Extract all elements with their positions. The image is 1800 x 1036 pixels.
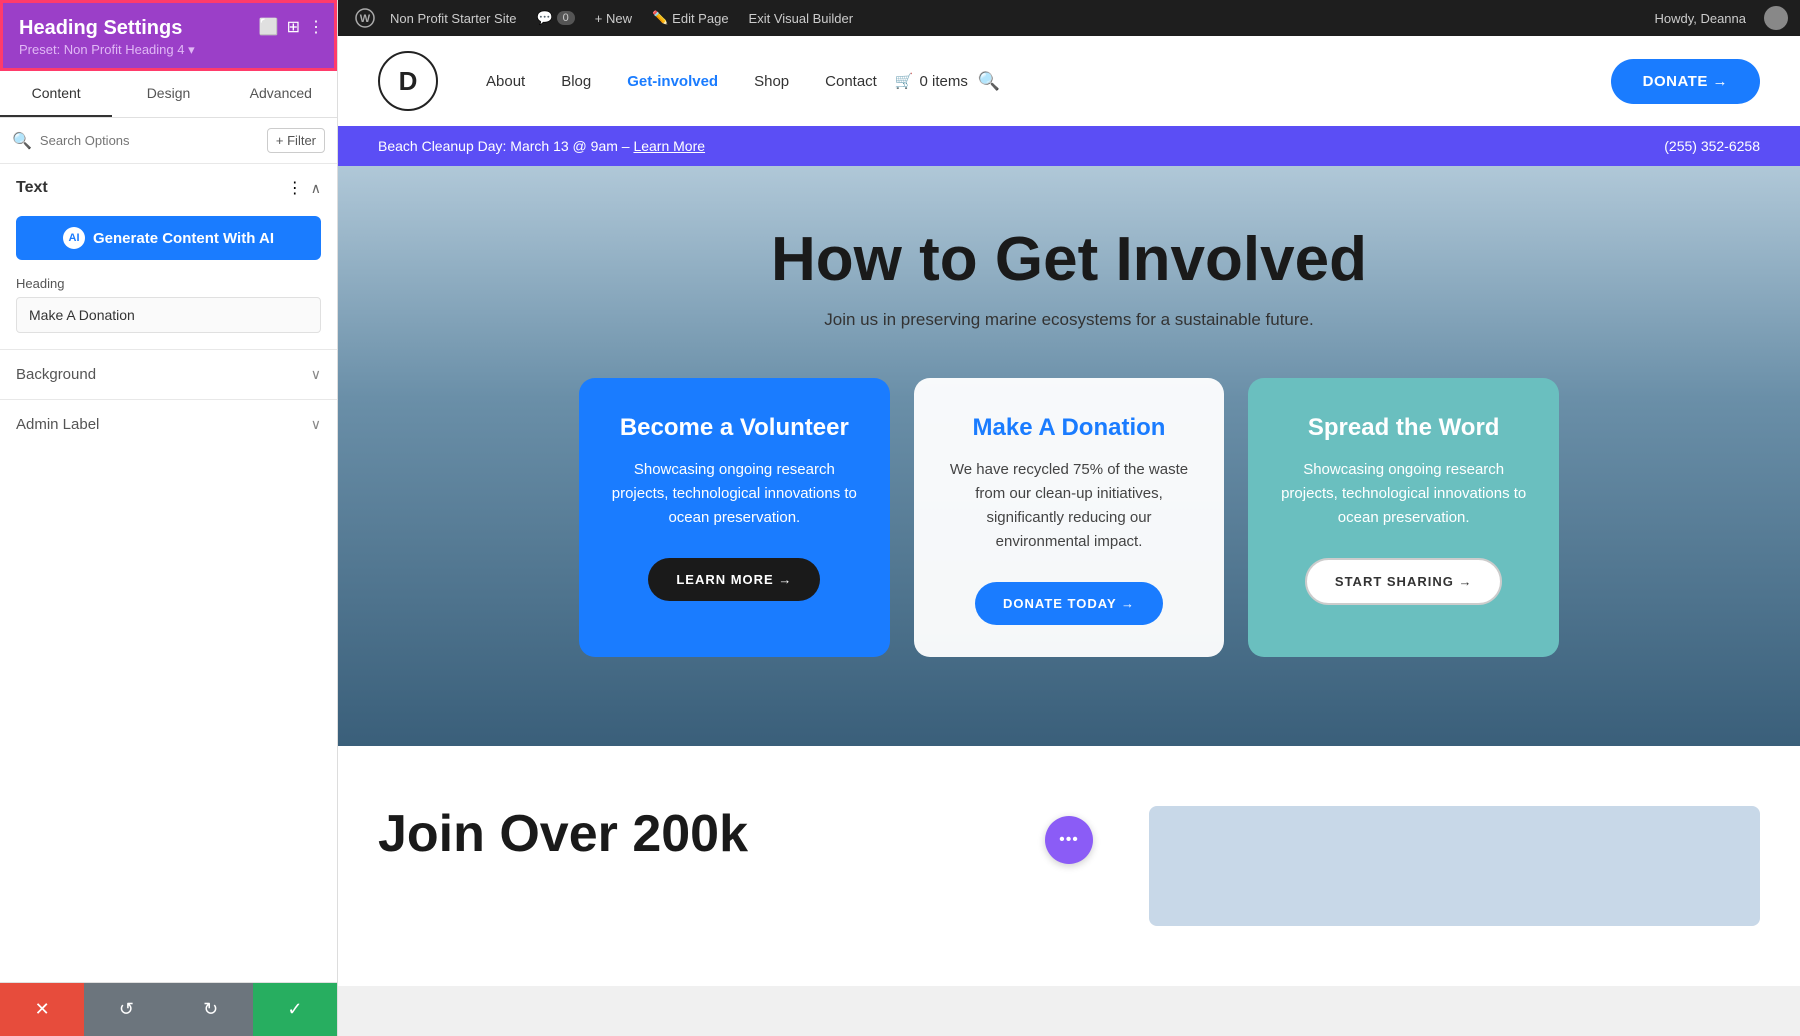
edit-page-link[interactable]: ✏️ Edit Page (642, 0, 739, 36)
text-section-more-icon[interactable]: ⋮ (287, 178, 303, 198)
site-name-link[interactable]: Non Profit Starter Site (380, 0, 526, 36)
cart-link[interactable]: 🛒 0 items (895, 72, 968, 90)
redo-button[interactable]: ↻ (169, 983, 253, 1036)
text-section-actions: ⋮ ∧ (287, 178, 321, 198)
ai-generate-button[interactable]: AI Generate Content With AI (16, 216, 321, 260)
wp-logo-icon[interactable]: W (350, 3, 380, 33)
start-sharing-button[interactable]: START SHARING → (1305, 558, 1503, 605)
panel-header-icons: ⬜ ⊞ ⋮ (259, 17, 324, 37)
hero-section: How to Get Involved Join us in preservin… (338, 166, 1800, 746)
admin-label-section-header[interactable]: Admin Label ∨ (0, 400, 337, 449)
cards-row: Become a Volunteer Showcasing ongoing re… (579, 378, 1559, 657)
cart-count: 0 items (920, 73, 968, 90)
donation-card: Make A Donation We have recycled 75% of … (914, 378, 1225, 657)
learn-more-button[interactable]: LEARN MORE → (648, 558, 820, 601)
panel-search-row: 🔍 + Filter (0, 118, 337, 164)
admin-label-chevron-icon: ∨ (311, 416, 321, 433)
heading-input[interactable] (16, 297, 321, 333)
announcement-text: Beach Cleanup Day: March 13 @ 9am – Lear… (378, 138, 705, 154)
save-button[interactable]: ✓ (253, 983, 337, 1036)
hero-subtitle: Join us in preserving marine ecosystems … (824, 310, 1313, 330)
text-section-header[interactable]: Text ⋮ ∧ (0, 164, 337, 212)
search-icon[interactable]: 🔍 (968, 71, 1010, 92)
site-header: D About Blog Get-involved Shop Contact 🛒… (338, 36, 1800, 126)
background-section-title: Background (16, 366, 96, 383)
nav-blog[interactable]: Blog (543, 73, 609, 90)
cart-icon: 🛒 (895, 72, 914, 90)
nav-get-involved[interactable]: Get-involved (609, 73, 736, 90)
cancel-button[interactable]: ✕ (0, 983, 84, 1036)
background-section: Background ∨ (0, 349, 337, 399)
bottom-section: Join Over 200k ••• (338, 746, 1800, 986)
learn-more-link[interactable]: Learn More (633, 138, 705, 154)
text-section-chevron-icon[interactable]: ∧ (311, 180, 321, 197)
announcement-bar: Beach Cleanup Day: March 13 @ 9am – Lear… (338, 126, 1800, 166)
site-logo[interactable]: D (378, 51, 438, 111)
volunteer-card-title: Become a Volunteer (611, 414, 858, 442)
announcement-phone: (255) 352-6258 (1664, 138, 1760, 154)
nav-contact[interactable]: Contact (807, 73, 895, 90)
panel-icon-grid[interactable]: ⊞ (287, 17, 300, 37)
tab-advanced[interactable]: Advanced (225, 71, 337, 117)
exit-visual-builder-link[interactable]: Exit Visual Builder (739, 0, 864, 36)
panel-footer: ✕ ↺ ↻ ✓ (0, 982, 337, 1036)
donation-card-body: We have recycled 75% of the waste from o… (946, 458, 1193, 554)
spread-card-body: Showcasing ongoing research projects, te… (1280, 458, 1527, 530)
bottom-image (1149, 806, 1760, 926)
undo-button[interactable]: ↺ (84, 983, 168, 1036)
panel-icon-more[interactable]: ⋮ (308, 17, 324, 37)
tab-design[interactable]: Design (112, 71, 224, 117)
donate-header-button[interactable]: DONATE → (1611, 59, 1760, 104)
wp-admin-bar: W Non Profit Starter Site 💬 0 + New ✏️ E… (338, 0, 1800, 36)
join-title: Join Over 200k (378, 806, 989, 863)
new-link[interactable]: + New (585, 0, 642, 36)
spread-card-title: Spread the Word (1280, 414, 1527, 442)
search-options-input[interactable] (40, 133, 259, 148)
ellipsis-icon: ••• (1059, 831, 1079, 849)
fab-area: ••• (1029, 806, 1109, 864)
background-section-header[interactable]: Background ∨ (0, 350, 337, 399)
site-nav: About Blog Get-involved Shop Contact 🛒 0… (468, 71, 1591, 92)
donation-card-title: Make A Donation (946, 414, 1193, 442)
background-chevron-icon: ∨ (311, 366, 321, 383)
admin-label-section: Admin Label ∨ (0, 399, 337, 449)
nav-about[interactable]: About (468, 73, 543, 90)
admin-label-title: Admin Label (16, 416, 99, 433)
panel-header: Heading Settings Preset: Non Profit Head… (0, 0, 337, 71)
heading-field-label: Heading (16, 276, 321, 291)
volunteer-card: Become a Volunteer Showcasing ongoing re… (579, 378, 890, 657)
spread-card: Spread the Word Showcasing ongoing resea… (1248, 378, 1559, 657)
text-section: Text ⋮ ∧ AI Generate Content With AI Hea… (0, 164, 337, 349)
comments-link[interactable]: 💬 0 (526, 0, 584, 36)
search-icon-panel: 🔍 (12, 131, 32, 151)
panel-preset[interactable]: Preset: Non Profit Heading 4 ▾ (19, 42, 318, 58)
purple-fab-button[interactable]: ••• (1045, 816, 1093, 864)
volunteer-card-body: Showcasing ongoing research projects, te… (611, 458, 858, 530)
heading-field-group: Heading (0, 272, 337, 349)
panel-icon-window[interactable]: ⬜ (259, 17, 279, 37)
filter-button[interactable]: + Filter (267, 128, 325, 153)
tab-content[interactable]: Content (0, 71, 112, 117)
hero-title: How to Get Involved (771, 226, 1367, 294)
ai-icon: AI (63, 227, 85, 249)
svg-text:W: W (360, 13, 371, 25)
donate-today-button[interactable]: DONATE TODAY → (975, 582, 1163, 625)
howdy-label: Howdy, Deanna (1644, 0, 1756, 36)
panel-tabs: Content Design Advanced (0, 71, 337, 118)
nav-shop[interactable]: Shop (736, 73, 807, 90)
text-section-title: Text (16, 179, 48, 197)
user-avatar[interactable] (1764, 6, 1788, 30)
